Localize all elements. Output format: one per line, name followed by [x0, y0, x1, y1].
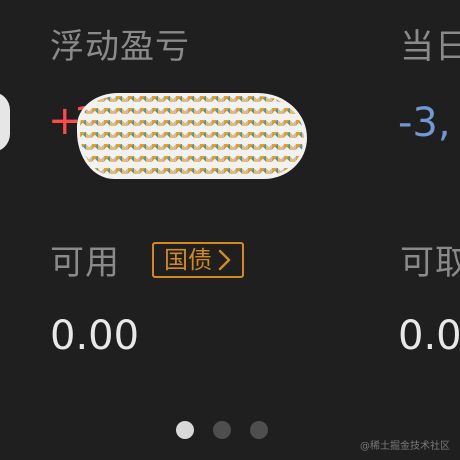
bond-button-label: 国债 [164, 246, 212, 274]
available-value: 0.00 [50, 313, 140, 359]
today-pnl-label: 当日 [400, 27, 460, 67]
watermark-text: @稀土掘金技术社区 [360, 441, 450, 452]
page-dot-2[interactable] [213, 421, 231, 439]
available-label: 可用 [50, 243, 120, 283]
today-pnl-value: -3, [398, 100, 451, 146]
withdrawable-value: 0.0 [398, 313, 460, 359]
page-indicator [176, 421, 268, 439]
withdrawable-label: 可取 [400, 243, 460, 283]
account-summary-carousel[interactable]: 浮动盈亏 + 1 可用 国债 0.00 当日 -3, 可取 0.0 @稀土掘金技… [0, 0, 460, 460]
bond-button[interactable]: 国债 [152, 242, 244, 278]
floating-pnl-label: 浮动盈亏 [50, 27, 190, 67]
previous-card-fragment [0, 92, 10, 152]
floating-pnl-redaction-mosaic [80, 96, 304, 176]
chevron-right-icon [218, 249, 231, 271]
page-dot-3[interactable] [250, 421, 268, 439]
page-dot-1[interactable] [176, 421, 194, 439]
